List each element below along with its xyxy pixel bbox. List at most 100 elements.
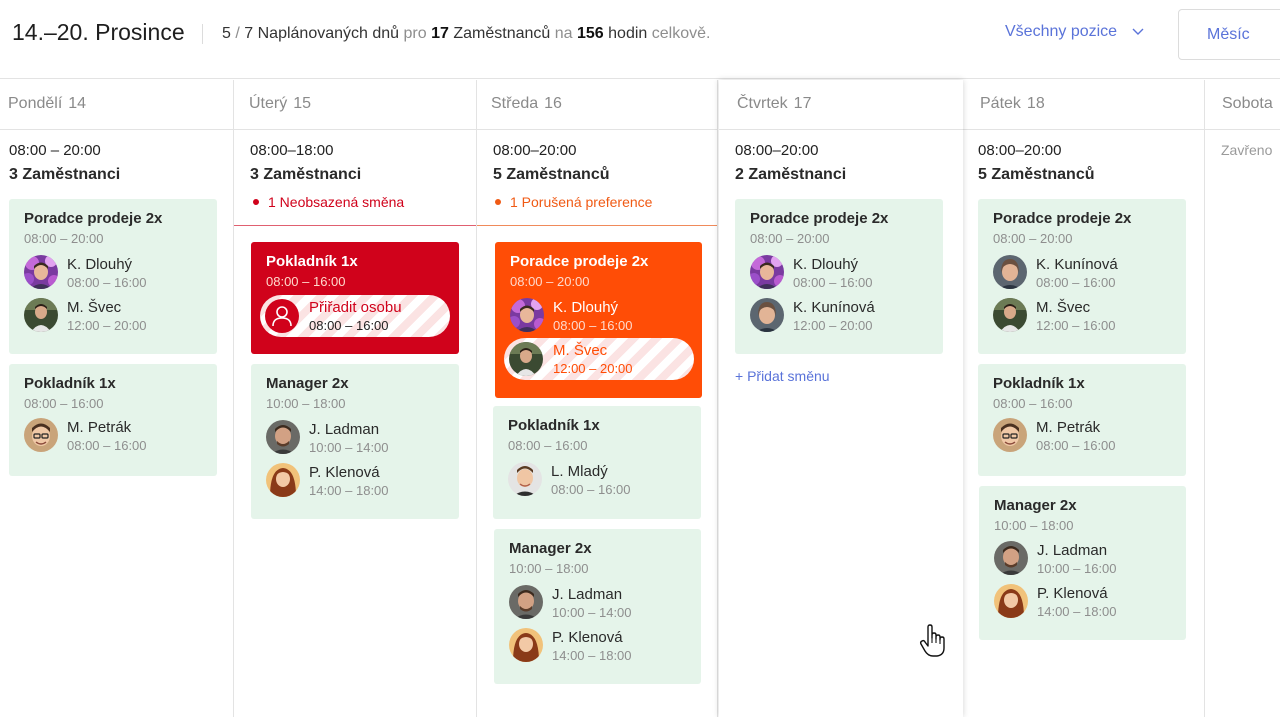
- shift-title: Poradce prodeje 2x: [993, 210, 1132, 227]
- shift-card-conflict[interactable]: Poradce prodeje 2x 08:00 – 20:00 K. Dlou…: [495, 242, 702, 398]
- person-name: L. Mladý: [551, 463, 608, 480]
- month-view-button[interactable]: Měsíc: [1178, 9, 1280, 60]
- day-column-friday: Pátek 18 08:00–20:00 5 Zaměstnanců Poradc…: [963, 80, 1205, 717]
- avatar: [509, 585, 543, 619]
- person-time: 14:00 – 18:00: [309, 483, 389, 498]
- days-separator: /: [235, 25, 240, 42]
- shift-title: Manager 2x: [994, 497, 1077, 514]
- shift-card[interactable]: Poradce prodeje 2x 08:00 – 20:00 K. Dlou…: [9, 199, 217, 354]
- shift-title: Manager 2x: [266, 375, 349, 392]
- day-header: Čtvrtek 17: [719, 80, 963, 130]
- assigned-person[interactable]: K. Kunínová 12:00 – 20:00: [750, 298, 930, 334]
- preference-violation-warning[interactable]: 1 Porušená preference: [495, 194, 652, 210]
- shift-card[interactable]: Pokladník 1x 08:00 – 16:00 L. Mladý 08:0…: [493, 406, 701, 519]
- shift-title: Pokladník 1x: [24, 375, 116, 392]
- employees-label: Zaměstnanců: [453, 25, 551, 42]
- employee-count: 5 Zaměstnanců: [493, 166, 610, 183]
- person-time: 12:00 – 20:00: [553, 361, 633, 376]
- position-filter-dropdown[interactable]: Všechny pozice: [1005, 23, 1144, 41]
- employee-count: 3 Zaměstnanci: [250, 166, 362, 183]
- person-name: J. Ladman: [552, 586, 623, 603]
- assigned-person[interactable]: K. Kunínová 08:00 – 16:00: [993, 255, 1173, 291]
- assigned-person[interactable]: J. Ladman 10:00 – 16:00: [994, 541, 1174, 577]
- shift-card[interactable]: Manager 2x 10:00 – 18:00 J. Ladman 10:00…: [251, 364, 459, 519]
- shift-title: Manager 2x: [509, 540, 592, 557]
- for-label: pro: [403, 25, 427, 42]
- shift-card[interactable]: Pokladník 1x 08:00 – 16:00 M. Petrák 08:…: [978, 364, 1186, 476]
- hand-pointer-icon: [919, 624, 945, 657]
- assigned-person[interactable]: P. Klenová 14:00 – 18:00: [509, 628, 689, 664]
- assigned-person[interactable]: K. Dlouhý 08:00 – 16:00: [510, 298, 690, 334]
- warning-dot-icon: [495, 199, 501, 206]
- person-time: 08:00 – 16:00: [1036, 438, 1116, 453]
- conflicting-person[interactable]: M. Švec 12:00 – 20:00: [504, 338, 694, 380]
- day-header: Středa 16: [477, 80, 717, 130]
- assigned-person[interactable]: J. Ladman 10:00 – 14:00: [266, 420, 446, 456]
- person-name: M. Švec: [1036, 299, 1091, 316]
- avatar: [750, 298, 784, 332]
- person-name: K. Dlouhý: [793, 256, 859, 273]
- add-shift-link[interactable]: + Přidat směnu: [735, 368, 830, 384]
- person-time: 10:00 – 14:00: [309, 440, 389, 455]
- shift-title: Pokladník 1x: [266, 253, 358, 270]
- shift-card-unfilled[interactable]: Pokladník 1x 08:00 – 16:00 Přiřadit osob…: [251, 242, 459, 354]
- shift-time: 08:00 – 16:00: [508, 438, 588, 453]
- person-time: 08:00 – 16:00: [551, 482, 631, 497]
- avatar: [509, 628, 543, 662]
- opening-hours: 08:00–20:00: [978, 142, 1062, 159]
- assigned-person[interactable]: J. Ladman 10:00 – 14:00: [509, 585, 689, 621]
- assign-person-label: Přiřadit osobu: [309, 299, 402, 316]
- shift-card[interactable]: Manager 2x 10:00 – 18:00 J. Ladman 10:00…: [494, 529, 701, 684]
- person-time: 08:00 – 16:00: [553, 318, 633, 333]
- assigned-person[interactable]: M. Švec 12:00 – 16:00: [993, 298, 1173, 334]
- day-column-saturday: Sobota Zavřeno: [1205, 80, 1280, 717]
- shift-time: 08:00 – 16:00: [266, 274, 346, 289]
- day-column-tuesday: Úterý 15 08:00–18:00 3 Zaměstnanci 1 Neob…: [234, 80, 477, 717]
- shift-card[interactable]: Poradce prodeje 2x 08:00 – 20:00 K. Dlou…: [735, 199, 943, 354]
- person-name: M. Švec: [67, 299, 122, 316]
- shift-time: 08:00 – 16:00: [993, 396, 1073, 411]
- avatar: [510, 298, 544, 332]
- date-range-title: 14.–20. Prosince: [12, 19, 185, 45]
- schedule-summary: 5 / 7 Naplánovaných dnů pro 17 Zaměstnan…: [222, 25, 710, 43]
- schedule-header: 14.–20. Prosince 5 / 7 Naplánovaných dnů…: [0, 0, 1280, 79]
- warning-underline: [477, 225, 717, 226]
- person-name: K. Kunínová: [1036, 256, 1118, 273]
- shift-title: Pokladník 1x: [993, 375, 1085, 392]
- avatar: [24, 298, 58, 332]
- avatar: [266, 420, 300, 454]
- avatar: [24, 255, 58, 289]
- shift-title: Poradce prodeje 2x: [750, 210, 889, 227]
- person-time: 08:00 – 16:00: [67, 438, 147, 453]
- avatar: [24, 418, 58, 452]
- shift-card[interactable]: Poradce prodeje 2x 08:00 – 20:00 K. Kuní…: [978, 199, 1186, 354]
- person-name: K. Dlouhý: [553, 299, 619, 316]
- shift-card[interactable]: Manager 2x 10:00 – 18:00 J. Ladman 10:00…: [979, 486, 1186, 640]
- unfilled-shift-warning[interactable]: 1 Neobsazená směna: [253, 194, 404, 210]
- day-title: Pondělí 14: [8, 95, 86, 113]
- shift-card[interactable]: Pokladník 1x 08:00 – 16:00 M. Petrák 08:…: [9, 364, 217, 476]
- day-title: Pátek 18: [980, 95, 1045, 113]
- assign-person-button[interactable]: Přiřadit osobu 08:00 – 16:00: [260, 295, 450, 337]
- person-time: 12:00 – 16:00: [1036, 318, 1116, 333]
- day-name: Pátek: [980, 95, 1021, 112]
- day-number: 18: [1026, 95, 1045, 112]
- day-column-thursday[interactable]: Čtvrtek 17 08:00–20:00 2 Zaměstnanci Pora…: [719, 80, 963, 717]
- assigned-person[interactable]: L. Mladý 08:00 – 16:00: [508, 462, 688, 498]
- person-time: 10:00 – 14:00: [552, 605, 632, 620]
- avatar: [750, 255, 784, 289]
- opening-hours: 08:00–20:00: [493, 142, 577, 159]
- assigned-person[interactable]: K. Dlouhý 08:00 – 16:00: [24, 255, 204, 291]
- assigned-person[interactable]: P. Klenová 14:00 – 18:00: [994, 584, 1174, 620]
- assigned-person[interactable]: M. Petrák 08:00 – 16:00: [993, 418, 1173, 454]
- person-icon: [265, 299, 299, 333]
- assigned-person[interactable]: M. Petrák 08:00 – 16:00: [24, 418, 204, 454]
- assigned-person[interactable]: M. Švec 12:00 – 20:00: [24, 298, 204, 334]
- assigned-person[interactable]: P. Klenová 14:00 – 18:00: [266, 463, 446, 499]
- warning-underline: [234, 225, 476, 226]
- person-time: 14:00 – 18:00: [552, 648, 632, 663]
- header-divider: [202, 24, 203, 44]
- assigned-person[interactable]: K. Dlouhý 08:00 – 16:00: [750, 255, 930, 291]
- chevron-down-icon: [1132, 28, 1144, 35]
- person-name: J. Ladman: [309, 421, 380, 438]
